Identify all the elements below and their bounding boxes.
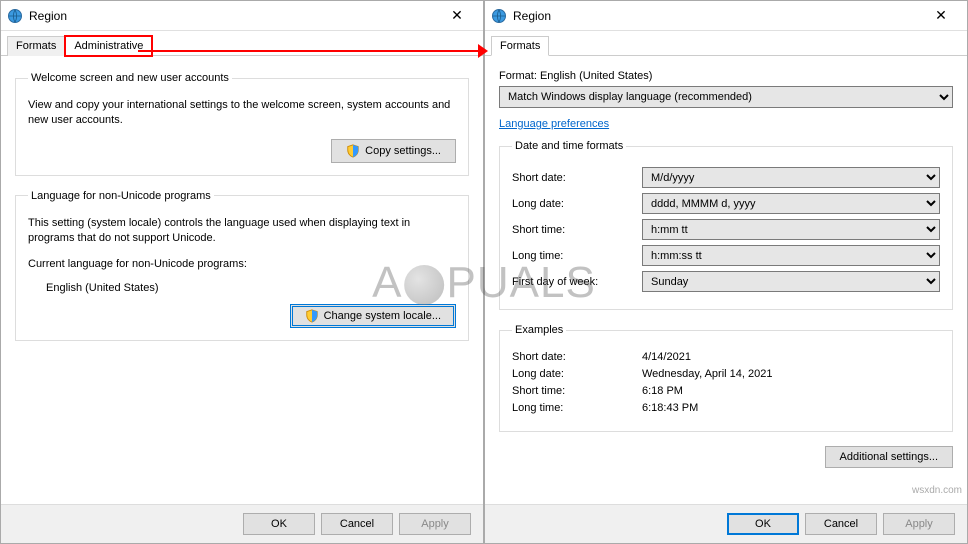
annotation-arrow-line — [138, 50, 483, 52]
globe-icon — [7, 8, 23, 24]
titlebar: Region ✕ — [485, 1, 967, 31]
content-area: Format: English (United States) Match Wi… — [485, 56, 967, 504]
non-unicode-group: Language for non-Unicode programs This s… — [15, 190, 469, 341]
button-label: Change system locale... — [324, 310, 441, 322]
format-label: Format: English (United States) — [499, 70, 953, 82]
short-time-label: Short time: — [512, 224, 642, 236]
ex-short-time-label: Short time: — [512, 385, 642, 397]
long-date-select[interactable]: dddd, MMMM d, yyyy — [642, 193, 940, 214]
apply-button[interactable]: Apply — [399, 513, 471, 535]
first-day-label: First day of week: — [512, 276, 642, 288]
long-time-select[interactable]: h:mm:ss tt — [642, 245, 940, 266]
shield-icon — [305, 309, 319, 323]
group-description: This setting (system locale) controls th… — [28, 216, 456, 247]
ok-button[interactable]: OK — [727, 513, 799, 535]
welcome-screen-group: Welcome screen and new user accounts Vie… — [15, 72, 469, 176]
annotation-arrow-head — [478, 44, 488, 58]
region-window-formats: Region ✕ Formats Format: English (United… — [484, 0, 968, 544]
cancel-button[interactable]: Cancel — [805, 513, 877, 535]
ok-button[interactable]: OK — [243, 513, 315, 535]
content-area: Welcome screen and new user accounts Vie… — [1, 56, 483, 504]
globe-icon — [491, 8, 507, 24]
ex-long-time-value: 6:18:43 PM — [642, 402, 940, 414]
short-date-select[interactable]: M/d/yyyy — [642, 167, 940, 188]
copy-settings-button[interactable]: Copy settings... — [331, 139, 456, 163]
tabstrip: Formats Administrative — [1, 31, 483, 56]
close-button[interactable]: ✕ — [921, 7, 961, 24]
long-time-label: Long time: — [512, 250, 642, 262]
short-time-select[interactable]: h:mm tt — [642, 219, 940, 240]
group-legend: Date and time formats — [512, 140, 626, 152]
tabstrip: Formats — [485, 31, 967, 56]
tab-formats[interactable]: Formats — [7, 36, 65, 56]
group-legend: Language for non-Unicode programs — [28, 190, 214, 202]
cancel-button[interactable]: Cancel — [321, 513, 393, 535]
close-button[interactable]: ✕ — [437, 7, 477, 24]
current-language-value: English (United States) — [46, 282, 456, 294]
ex-short-date-label: Short date: — [512, 351, 642, 363]
change-system-locale-button[interactable]: Change system locale... — [290, 304, 456, 328]
region-window-administrative: Region ✕ Formats Administrative Welcome … — [0, 0, 484, 544]
window-title: Region — [29, 9, 437, 23]
tab-formats[interactable]: Formats — [491, 36, 549, 56]
first-day-select[interactable]: Sunday — [642, 271, 940, 292]
group-legend: Welcome screen and new user accounts — [28, 72, 232, 84]
group-description: View and copy your international setting… — [28, 98, 456, 129]
apply-button[interactable]: Apply — [883, 513, 955, 535]
dialog-buttons: OK Cancel Apply — [485, 504, 967, 543]
format-select[interactable]: Match Windows display language (recommen… — [499, 86, 953, 108]
tab-administrative[interactable]: Administrative — [65, 36, 152, 56]
window-title: Region — [513, 9, 921, 23]
group-legend: Examples — [512, 324, 566, 336]
ex-short-date-value: 4/14/2021 — [642, 351, 940, 363]
ex-long-date-value: Wednesday, April 14, 2021 — [642, 368, 940, 380]
shield-icon — [346, 144, 360, 158]
date-time-formats-group: Date and time formats Short date: M/d/yy… — [499, 140, 953, 310]
current-language-label: Current language for non-Unicode program… — [28, 257, 456, 272]
additional-settings-button[interactable]: Additional settings... — [825, 446, 953, 468]
ex-short-time-value: 6:18 PM — [642, 385, 940, 397]
dialog-buttons: OK Cancel Apply — [1, 504, 483, 543]
button-label: Copy settings... — [365, 145, 441, 157]
examples-group: Examples Short date: 4/14/2021 Long date… — [499, 324, 953, 432]
short-date-label: Short date: — [512, 172, 642, 184]
titlebar: Region ✕ — [1, 1, 483, 31]
ex-long-date-label: Long date: — [512, 368, 642, 380]
ex-long-time-label: Long time: — [512, 402, 642, 414]
language-preferences-link[interactable]: Language preferences — [499, 118, 609, 130]
long-date-label: Long date: — [512, 198, 642, 210]
